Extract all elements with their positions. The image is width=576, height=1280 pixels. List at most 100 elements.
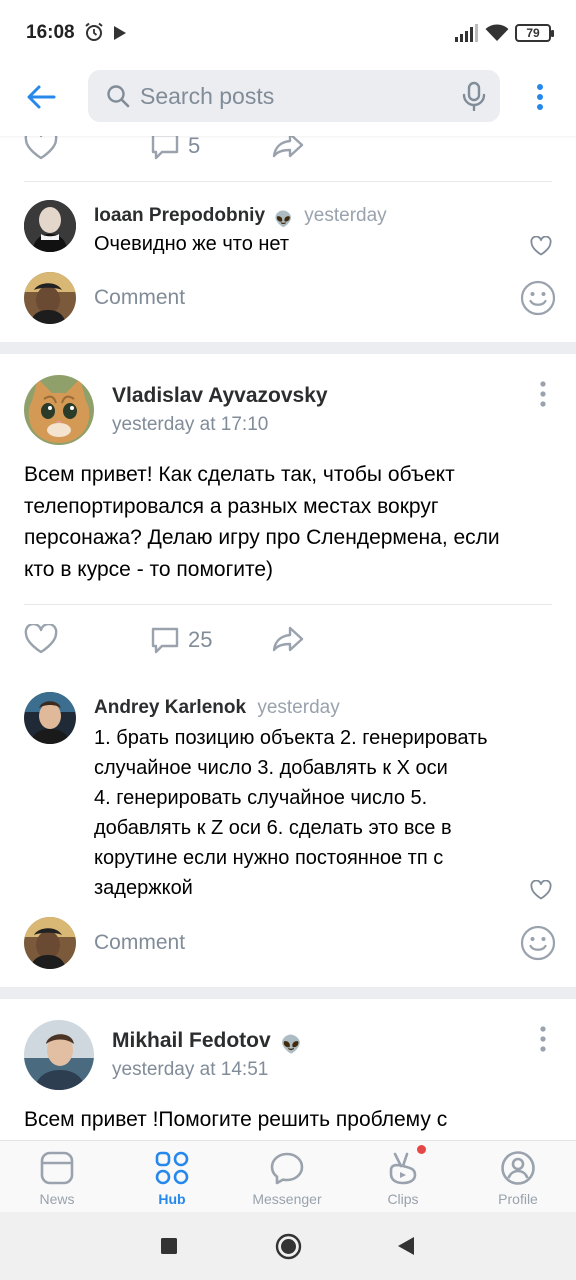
comment-text-line: 4. генерировать случайное число 5. [94, 787, 428, 809]
comment-icon [151, 136, 179, 160]
tab-hub[interactable]: Hub [122, 1141, 222, 1213]
wifi-icon [485, 24, 509, 41]
recents-icon[interactable] [160, 1237, 178, 1255]
my-avatar [24, 917, 76, 969]
avatar-image [24, 200, 76, 252]
comment-text-line: случайное число 3. добавлять к X оси [94, 757, 448, 779]
system-nav-bar [0, 1212, 576, 1280]
clips-icon [389, 1152, 417, 1185]
comment-like-icon[interactable] [530, 236, 552, 256]
signal-icon [455, 24, 478, 42]
status-bar: 16:08 79 [0, 0, 576, 62]
status-time: 16:08 [26, 22, 75, 43]
tab-label: Messenger [252, 1191, 322, 1207]
share-icon [272, 626, 304, 652]
post-text-line: кто в курсе - то помогите) [24, 557, 274, 581]
comment-author[interactable]: Andrey Karlenok yesterday [94, 697, 340, 719]
feed: 5 Ioaan Prepodobniy 👽 yesterday Очевидно… [0, 136, 576, 1140]
post-author-name-text: Mikhail Fedotov [112, 1029, 271, 1052]
post-menu-icon[interactable] [538, 380, 548, 408]
tab-clips[interactable]: Clips [353, 1141, 453, 1213]
screen: 16:08 79 Search posts 5 Ioaan Prepodobni… [0, 0, 576, 1280]
comment-input[interactable]: Comment [94, 286, 185, 310]
comment-time: yesterday [257, 697, 340, 718]
post-author-avatar[interactable] [24, 1020, 94, 1090]
avatar-image [24, 1020, 94, 1090]
battery-indicator: 79 [515, 24, 554, 42]
post-author-avatar[interactable] [24, 375, 94, 445]
my-avatar [24, 272, 76, 324]
comment-time: yesterday [304, 205, 387, 226]
comments-button[interactable]: 5 [150, 136, 200, 160]
avatar[interactable] [24, 200, 76, 252]
post-menu-icon[interactable] [538, 1025, 548, 1053]
tab-messenger[interactable]: Messenger [237, 1141, 337, 1213]
comments-button[interactable]: 25 [150, 626, 212, 654]
share-button[interactable] [272, 136, 304, 158]
like-button[interactable] [24, 624, 58, 654]
comment-text: Очевидно же что нет [94, 233, 290, 255]
heart-icon [24, 136, 58, 160]
avatar-image [24, 692, 76, 744]
microphone-icon[interactable] [460, 81, 488, 111]
post-separator [0, 342, 576, 354]
post-date: yesterday at 17:10 [112, 414, 269, 435]
comment-text: 1. брать позицию объекта 2. генерировать… [94, 723, 488, 903]
divider [24, 604, 552, 605]
post-text-line: телепортировался а разных местах вокруг [24, 494, 439, 518]
comment-icon [151, 627, 179, 654]
comments-count: 5 [188, 136, 201, 158]
more-vertical-icon[interactable] [528, 80, 552, 114]
profile-icon [501, 1151, 535, 1185]
smile-icon[interactable] [520, 280, 556, 316]
search-input[interactable] [140, 70, 440, 122]
play-icon [114, 26, 126, 40]
messenger-icon [270, 1152, 304, 1185]
comment-input[interactable]: Comment [94, 931, 185, 955]
comment-text-line: корутине если нужно постоянное тп с [94, 847, 444, 869]
alien-emoji: 👽 [274, 211, 293, 228]
tab-label: Hub [158, 1191, 186, 1207]
post-text-line: Всем привет! Как сделать так, чтобы объе… [24, 463, 455, 486]
comment-author[interactable]: Ioaan Prepodobniy 👽 yesterday [94, 205, 387, 228]
smile-icon[interactable] [520, 925, 556, 961]
alien-emoji: 👽 [280, 1035, 302, 1054]
comment-author-name: Andrey Karlenok [94, 697, 247, 718]
comment-like-icon[interactable] [530, 880, 552, 900]
tab-label: Profile [498, 1191, 538, 1207]
avatar[interactable] [24, 692, 76, 744]
comment-text-line: добавлять к Z оси 6. сделать это все в [94, 817, 452, 839]
search-bar[interactable] [88, 70, 500, 122]
my-avatar-image [24, 917, 76, 969]
news-icon [40, 1151, 74, 1185]
post-author-name[interactable]: Mikhail Fedotov 👽 [112, 1029, 302, 1055]
like-button[interactable] [24, 136, 58, 160]
hub-icon [155, 1151, 189, 1185]
share-button[interactable] [272, 626, 304, 652]
cat-avatar-image [24, 375, 94, 445]
post-text: Всем привет! Как сделать так, чтобы объе… [24, 459, 544, 585]
share-icon [272, 136, 304, 158]
comment-text-line: задержкой [94, 877, 193, 899]
heart-icon [24, 624, 58, 654]
back-nav-icon[interactable] [397, 1236, 415, 1256]
divider [24, 181, 552, 182]
back-arrow-icon[interactable] [24, 80, 58, 114]
comment-text-line: 1. брать позицию объекта 2. генерировать [94, 727, 488, 749]
tab-news[interactable]: News [7, 1141, 107, 1213]
tab-label: Clips [387, 1191, 419, 1207]
alarm-icon [85, 22, 103, 41]
home-icon[interactable] [275, 1233, 302, 1260]
bottom-tab-bar: News Hub Messenger Clips Profile [0, 1140, 576, 1212]
tab-profile[interactable]: Profile [468, 1141, 568, 1213]
post-text: Всем привет !Помогите решить проблему с [24, 1104, 544, 1136]
my-avatar-image [24, 272, 76, 324]
comment-author-name: Ioaan Prepodobniy [94, 205, 266, 226]
post-author-name[interactable]: Vladislav Ayvazovsky [112, 384, 328, 408]
post-date: yesterday at 14:51 [112, 1059, 269, 1080]
post-text-line: персонажа? Делаю игру про Слендермена, е… [24, 526, 500, 549]
post-separator [0, 987, 576, 999]
search-icon [107, 85, 130, 108]
app-header [0, 62, 576, 136]
post-text-line: Всем привет !Помогите решить проблему с [24, 1108, 448, 1131]
